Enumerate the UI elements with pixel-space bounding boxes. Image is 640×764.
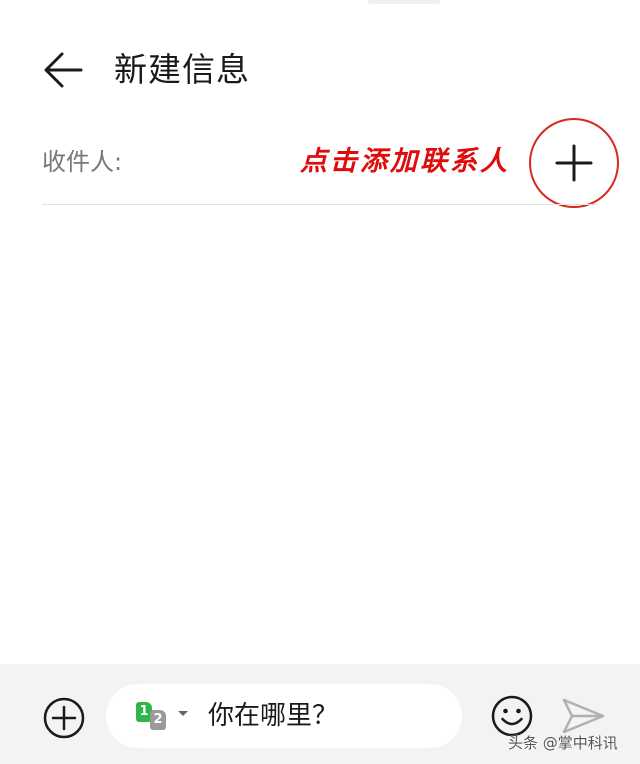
annotation-text: 点击添加联系人 bbox=[300, 146, 510, 177]
plus-icon bbox=[555, 144, 593, 182]
recipient-row: 收件人: 点击添加联系人 bbox=[42, 118, 619, 208]
page-title: 新建信息 bbox=[114, 50, 250, 89]
new-message-screen: 新建信息 收件人: 点击添加联系人 1 2 你在哪里？ 头条 @掌中科讯 bbox=[0, 0, 640, 764]
top-indicator bbox=[368, 0, 440, 4]
arrow-left-icon bbox=[44, 52, 83, 88]
back-button[interactable] bbox=[40, 48, 88, 92]
plus-circle-icon bbox=[43, 697, 85, 739]
attach-button[interactable] bbox=[42, 696, 86, 740]
sim-selector[interactable]: 1 2 bbox=[134, 700, 200, 734]
add-contact-button[interactable] bbox=[551, 140, 597, 186]
divider bbox=[42, 204, 598, 205]
message-input[interactable]: 你在哪里？ bbox=[208, 696, 448, 736]
header: 新建信息 bbox=[0, 44, 640, 96]
chevron-down-icon bbox=[178, 711, 188, 716]
sim2-icon: 2 bbox=[150, 710, 166, 730]
recipient-label[interactable]: 收件人: bbox=[42, 144, 122, 180]
watermark: 头条 @掌中科讯 bbox=[508, 734, 618, 752]
message-box: 1 2 你在哪里？ bbox=[106, 684, 462, 748]
composer-bar: 1 2 你在哪里？ 头条 @掌中科讯 bbox=[0, 664, 640, 764]
